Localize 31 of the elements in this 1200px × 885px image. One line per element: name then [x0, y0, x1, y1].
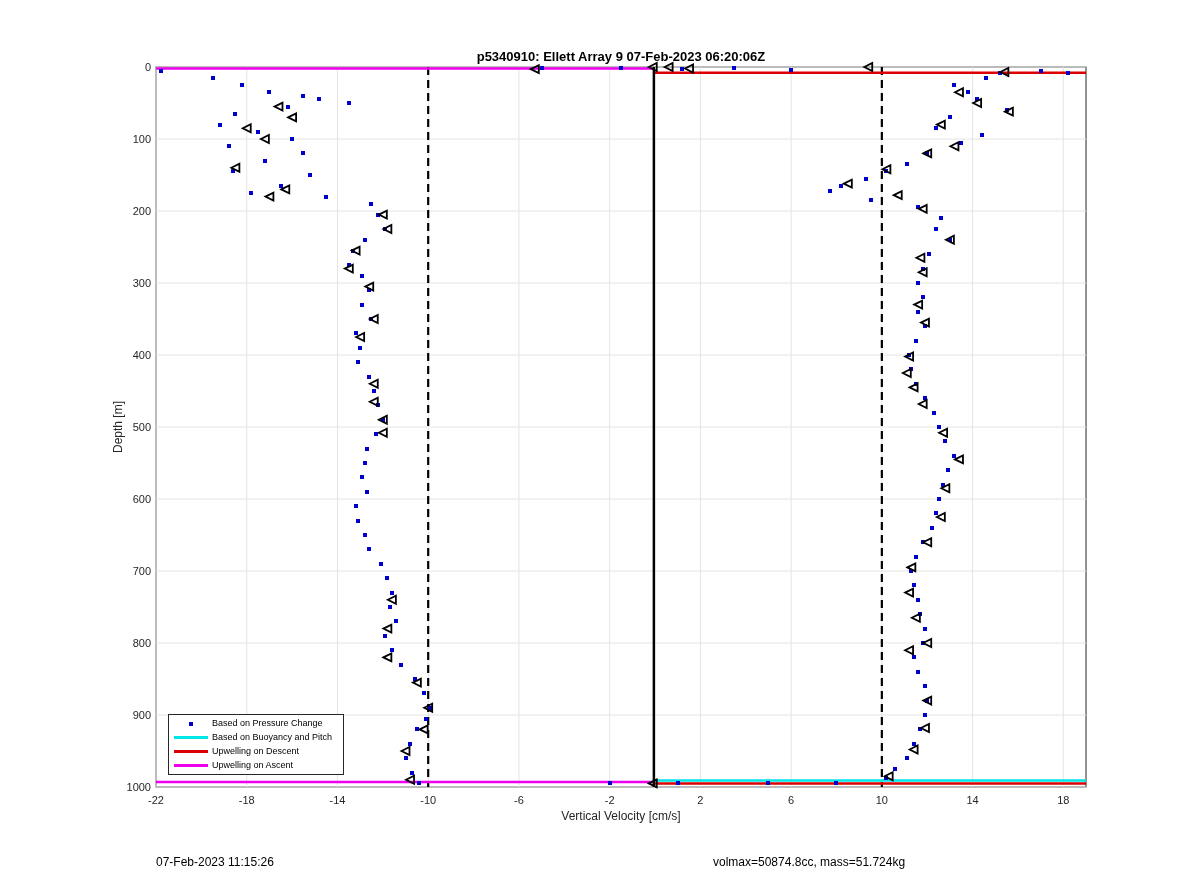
y-tick-label: 500 — [132, 421, 151, 433]
y-tick-label: 200 — [132, 205, 151, 217]
summary-text: volmax=50874.8cc, mass=51.724kg — [713, 854, 906, 871]
y-tick-label: 100 — [132, 133, 151, 145]
y-axis-label: Depth [m] — [111, 401, 125, 453]
y-tick-label: 1000 — [126, 781, 151, 793]
legend-label: Upwelling on Ascent — [212, 761, 294, 770]
x-tick-label: 14 — [966, 794, 979, 806]
legend-label: Based on Pressure Change — [212, 719, 323, 728]
x-tick-label: 18 — [1057, 794, 1070, 806]
timestamp: 07-Feb-2023 11:15:26 — [156, 854, 275, 871]
x-axis-label: Vertical Velocity [cm/s] — [561, 809, 681, 823]
x-tick-label: -18 — [238, 794, 255, 806]
x-tick-label: -6 — [514, 794, 524, 806]
y-tick-label: 800 — [132, 637, 151, 649]
y-tick-label: 700 — [132, 565, 151, 577]
y-tick-label: 400 — [132, 349, 151, 361]
chart-title: p5340910: Ellett Array 9 07-Feb-2023 06:20:06Z — [476, 49, 766, 64]
x-tick-label: -2 — [604, 794, 615, 806]
y-tick-label: 900 — [132, 709, 151, 721]
legend-label: Based on Buoyancy and Pitch — [212, 733, 333, 742]
x-tick-label: 6 — [788, 794, 795, 806]
x-tick-label: 10 — [875, 794, 888, 806]
y-tick-label: 0 — [144, 61, 151, 73]
y-tick-label: 300 — [132, 277, 151, 289]
legend-label: Upwelling on Descent — [212, 747, 300, 756]
y-tick-label: 600 — [132, 493, 151, 505]
x-tick-label: -22 — [148, 794, 164, 806]
x-tick-label: -14 — [329, 794, 346, 806]
x-tick-label: -10 — [420, 794, 437, 806]
x-tick-label: 2 — [697, 794, 704, 806]
